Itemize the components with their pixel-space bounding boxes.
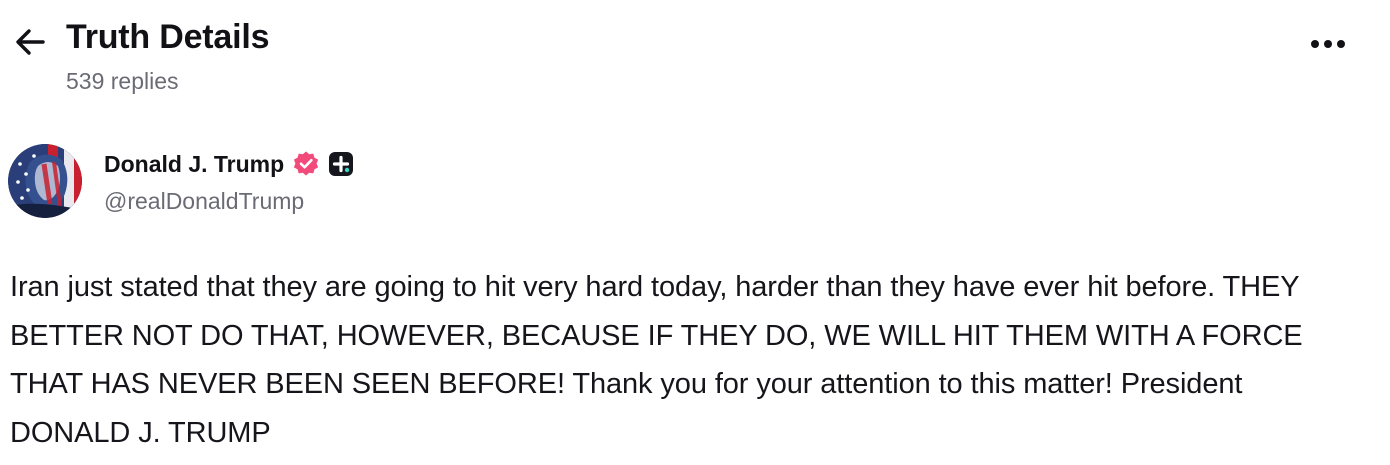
post-author: Donald J. Trump @realDonaldTrump [0, 140, 600, 230]
page-title: Truth Details [66, 18, 270, 56]
author-display-name[interactable]: Donald J. Trump [104, 151, 284, 178]
author-handle[interactable]: @realDonaldTrump [104, 188, 304, 215]
arrow-left-icon [16, 29, 45, 55]
back-button[interactable] [10, 22, 50, 62]
more-horizontal-icon [1311, 40, 1345, 48]
replies-count: 539 replies [66, 68, 179, 94]
post-text: Iran just stated that they are going to … [10, 271, 1303, 449]
avatar-image [8, 144, 82, 218]
plus-badge-icon [328, 151, 354, 177]
more-options-button[interactable] [1300, 22, 1356, 66]
page-header: Truth Details 539 replies [0, 0, 1390, 110]
avatar[interactable] [8, 144, 82, 218]
verified-badge-icon [292, 150, 320, 178]
author-name-row: Donald J. Trump [104, 150, 354, 178]
